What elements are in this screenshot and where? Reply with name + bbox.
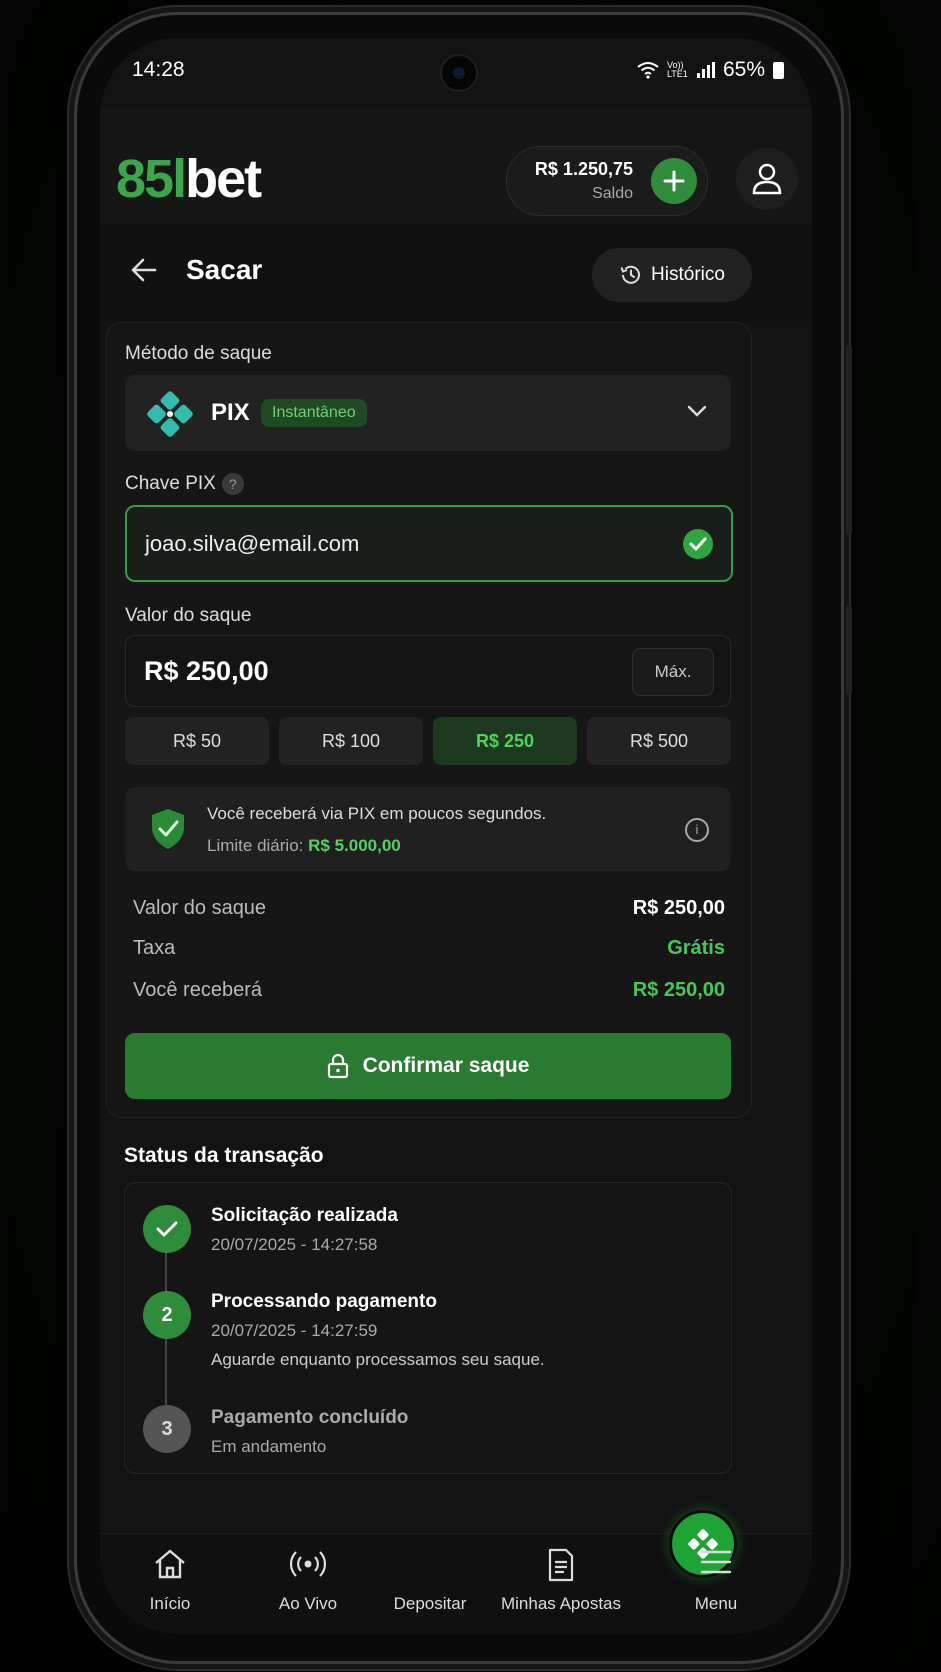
app-screen: 14:28 Vo)) LTE1 65% 85lbet R$ 1.250,75 S… [100,38,812,1634]
confirm-withdraw-button[interactable]: Confirmar saque [125,1033,731,1099]
pix-logo-icon [147,391,193,437]
logo-suffix: bet [185,149,262,209]
brand-logo[interactable]: 85lbet [116,149,262,209]
daily-limit-value: R$ 5.000,00 [308,836,401,855]
withdraw-form-card: Método de saque PIX Instantâneo Chave PI… [106,322,752,1118]
quick-amount-250[interactable]: R$ 250 [433,717,577,765]
nav-deposit[interactable]: Depositar [370,1510,737,1634]
nav-home[interactable]: Início [110,1534,230,1634]
logo-prefix: 85l [116,149,187,209]
method-name: PIX [211,399,250,426]
daily-limit-label: Limite diário: [207,836,304,855]
amount-value: R$ 250,00 [144,656,269,686]
history-label: Histórico [651,264,725,285]
live-icon [290,1551,326,1577]
back-arrow-icon[interactable] [130,256,158,284]
pix-key-label: Chave PIX? [125,473,244,495]
bets-icon [548,1548,574,1582]
power-button [846,605,852,695]
info-banner: Você receberá via PIX em poucos segundos… [125,787,731,871]
user-icon [752,163,782,195]
profile-button[interactable] [736,148,798,210]
confirm-label: Confirmar saque [362,1054,530,1077]
summary-amount-value: R$ 250,00 [632,897,725,919]
nav-my-bets[interactable]: Minhas Apostas [496,1534,626,1634]
step-2-marker: 2 [143,1291,191,1339]
method-select[interactable]: PIX Instantâneo [125,375,731,451]
pix-key-label-text: Chave PIX [125,473,216,495]
step-3-title: Pagamento concluído [211,1407,409,1428]
nav-menu-label: Menu [694,1594,738,1613]
step-3-time: Em andamento [211,1437,327,1456]
amount-label: Valor do saque [125,605,252,626]
balance-amount: R$ 1.250,75 [534,159,633,179]
step-1-marker [143,1205,191,1253]
step-2-title: Processando pagamento [211,1291,437,1312]
nav-my-bets-label: Minhas Apostas [500,1594,621,1613]
signal-icon [696,62,715,78]
balance-label: Saldo [592,185,633,202]
summary-amount-label: Valor do saque [133,897,267,919]
network-label: Vo)) LTE1 [666,60,688,79]
transaction-status: Solicitação realizada 20/07/2025 - 14:27… [124,1182,732,1474]
chevron-down-icon [687,405,707,417]
summary-receive-value: R$ 250,00 [632,979,725,1001]
page-header: Sacar Histórico [100,224,812,322]
wifi-icon [637,62,659,79]
volume-button [846,345,852,535]
add-funds-button[interactable] [651,158,697,204]
summary-fee-value: Grátis [667,937,725,959]
history-icon [620,265,641,284]
app-header: 85lbet R$ 1.250,75 Saldo [100,108,812,224]
status-time: 14:28 [132,58,185,81]
status-title: Status da transação [124,1144,324,1167]
lock-icon [327,1053,348,1079]
nav-live-label: Ao Vivo [278,1594,338,1613]
step-1-title: Solicitação realizada [211,1205,398,1226]
quick-amount-50[interactable]: R$ 50 [125,717,269,765]
nav-menu[interactable]: Menu [656,1534,776,1634]
nav-live[interactable]: Ao Vivo [248,1534,368,1634]
front-camera [440,54,478,92]
step-2-note: Aguarde enquanto processamos seu saque. [211,1350,545,1369]
summary-fee-label: Taxa [133,937,176,959]
quick-amount-100[interactable]: R$ 100 [279,717,423,765]
summary-receive-label: Você receberá [133,979,262,1001]
info-icon[interactable]: i [685,818,709,842]
status-indicators: Vo)) LTE1 65% [637,58,784,82]
home-icon [155,1549,185,1579]
bottom-nav: Início Ao Vivo Depositar Minhas Apostas … [100,1510,812,1634]
battery-icon [773,61,784,79]
step-1-time: 20/07/2025 - 14:27:58 [211,1235,378,1254]
amount-input[interactable]: R$ 250,00 Máx. [125,635,731,707]
quick-amount-500[interactable]: R$ 500 [587,717,731,765]
history-button[interactable]: Histórico [592,248,752,302]
nav-deposit-label: Depositar [393,1594,467,1613]
menu-icon [700,1550,732,1574]
balance-pill[interactable]: R$ 1.250,75 Saldo [506,146,708,216]
plus-icon [663,170,685,192]
pix-key-input[interactable]: joao.silva@email.com [125,505,733,582]
method-label: Método de saque [125,343,272,364]
battery-percent: 65% [722,58,765,81]
help-icon[interactable]: ? [221,473,244,495]
shield-check-icon [152,809,184,849]
pix-key-value: joao.silva@email.com [145,531,360,556]
max-button[interactable]: Máx. [632,648,714,696]
check-circle-icon [683,529,713,559]
daily-limit: Limite diário: R$ 5.000,00 [207,836,401,856]
instant-badge: Instantâneo [261,399,367,427]
nav-home-label: Início [149,1594,191,1613]
step-3-marker: 3 [143,1405,191,1453]
check-icon [156,1221,178,1237]
step-2-time: 20/07/2025 - 14:27:59 [211,1321,378,1340]
info-text: Você receberá via PIX em poucos segundos… [207,804,547,823]
status-bar: 14:28 Vo)) LTE1 65% [100,38,812,108]
page-title: Sacar [186,254,263,285]
